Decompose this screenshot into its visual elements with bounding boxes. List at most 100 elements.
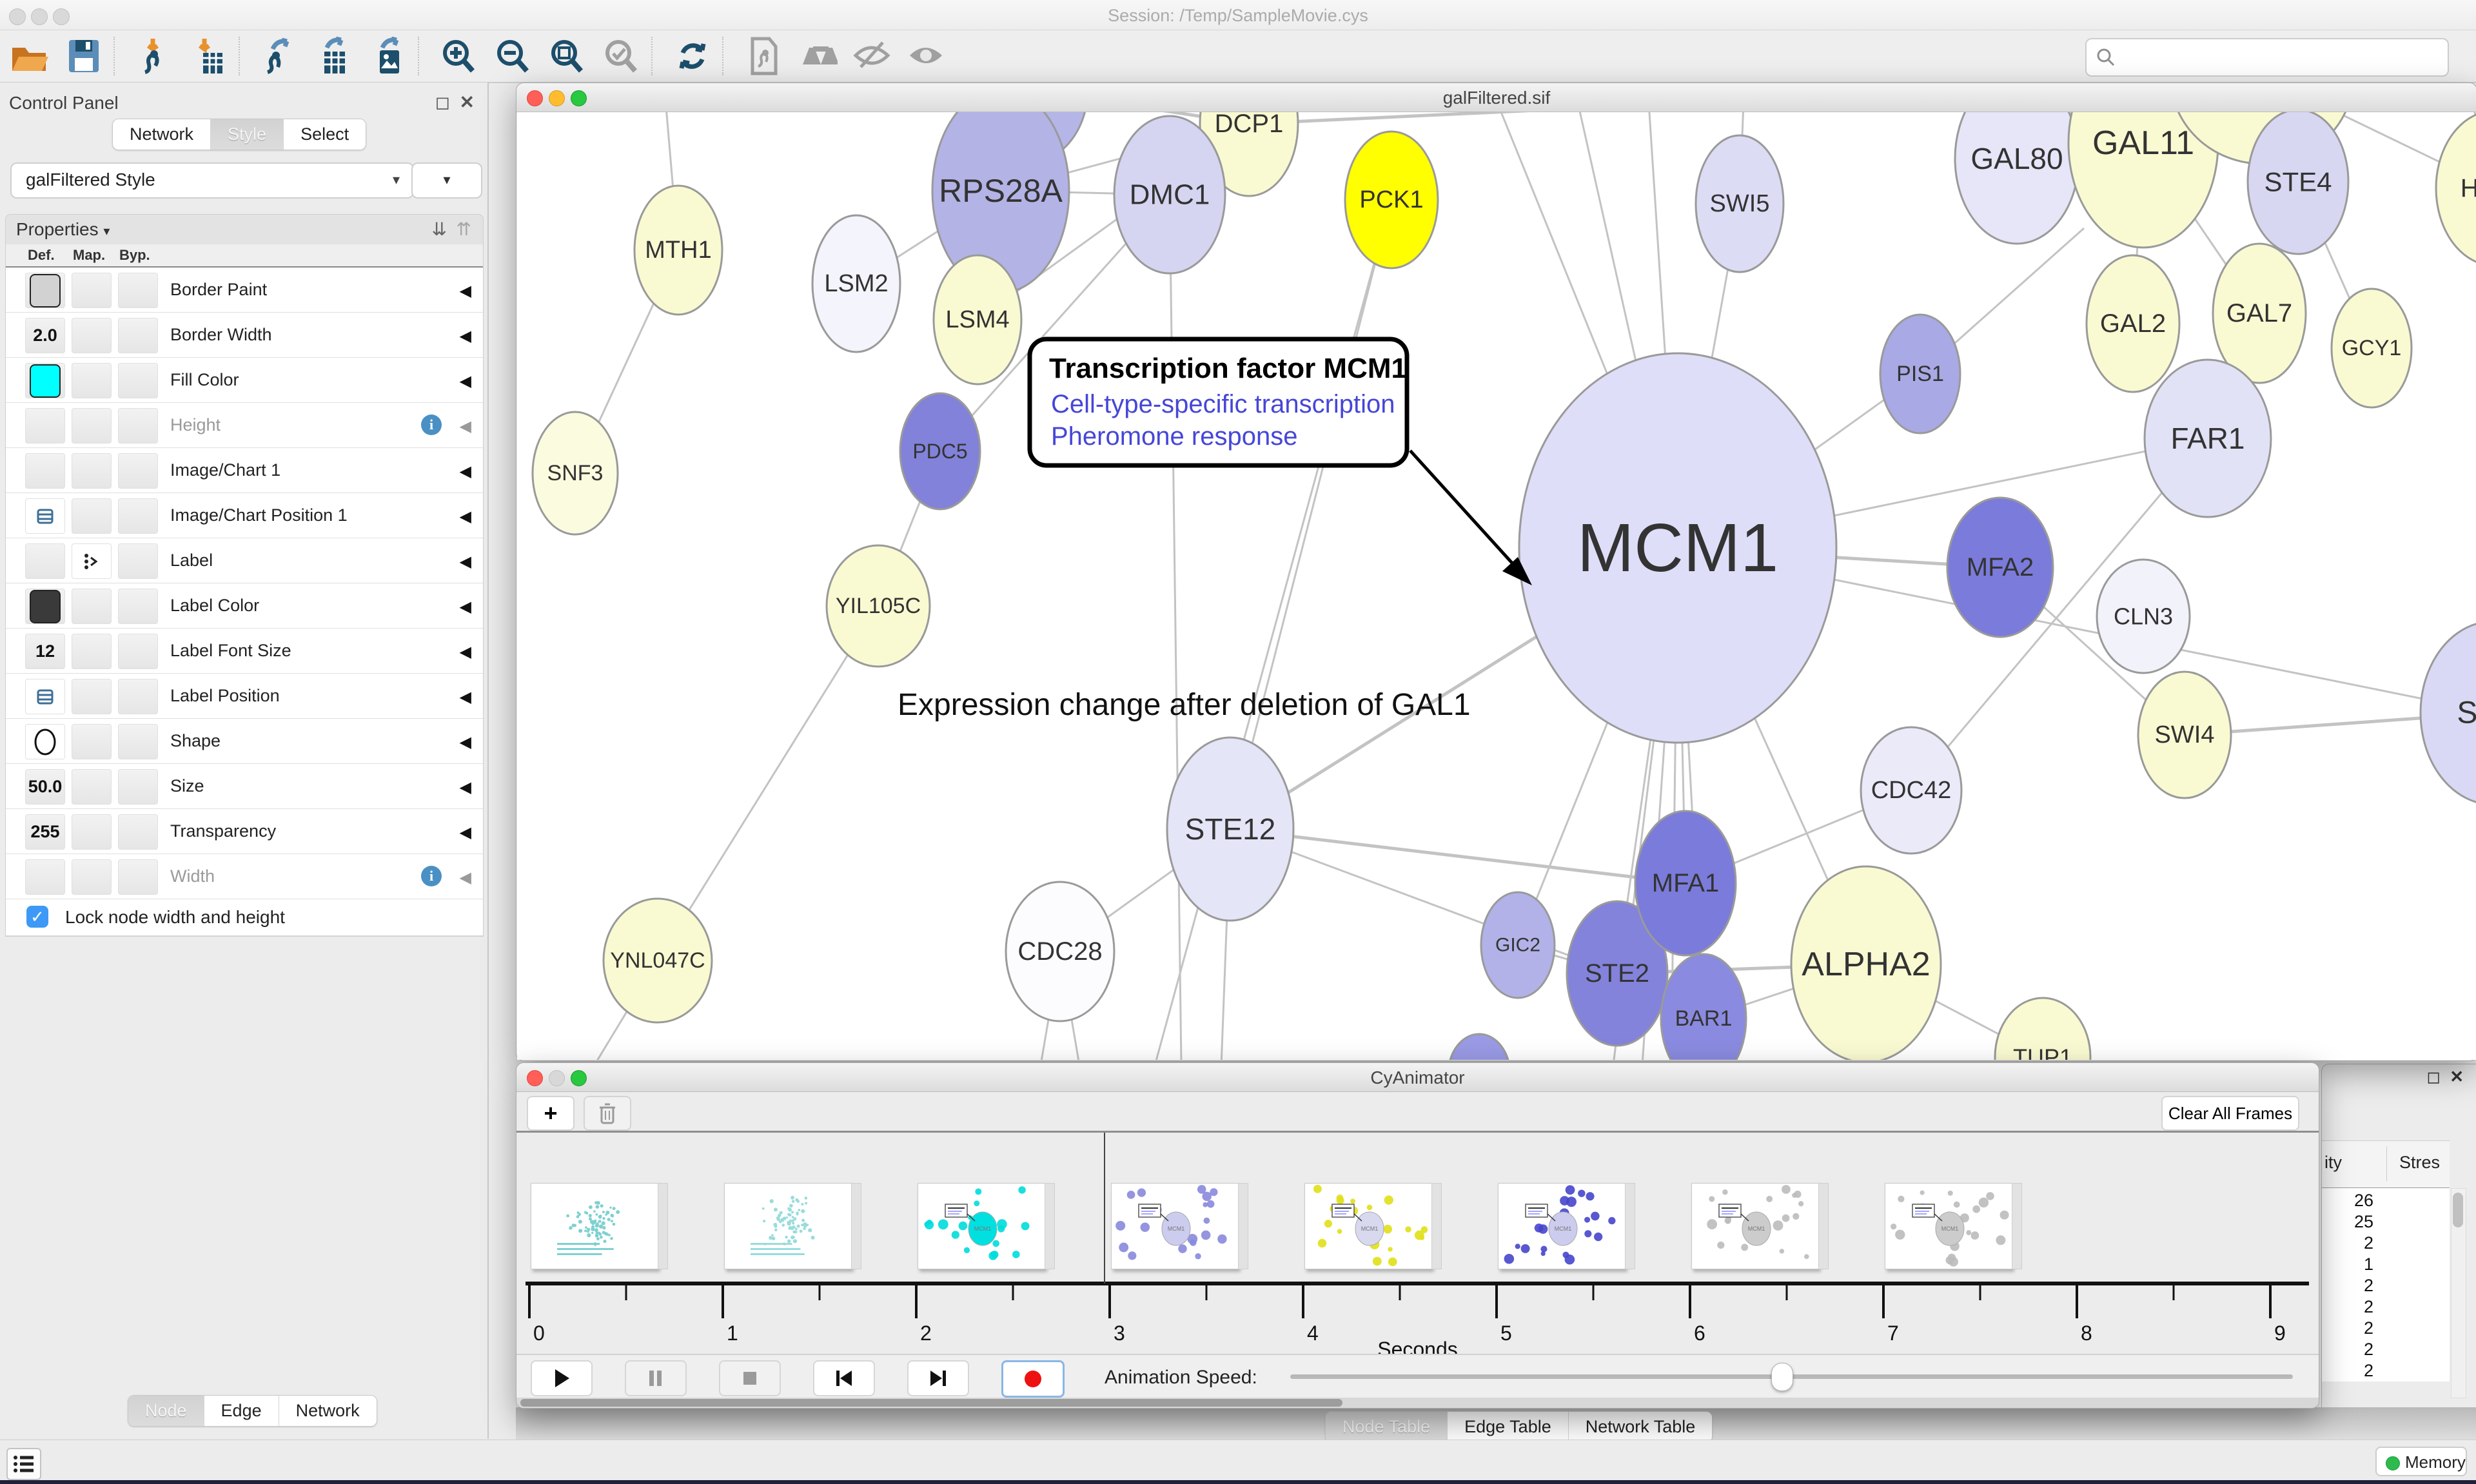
hscrollbar-thumb[interactable] <box>520 1399 1342 1407</box>
collapse-row-icon[interactable]: ◀ <box>460 598 471 616</box>
zoom-in-icon[interactable] <box>438 35 480 77</box>
table-col-stress[interactable]: Stres <box>2399 1153 2440 1173</box>
property-row-label-color[interactable]: Label Color◀ <box>6 583 483 629</box>
node-sst2[interactable] <box>1448 1034 1510 1060</box>
property-cell[interactable] <box>118 724 158 759</box>
tab-node[interactable]: Node <box>128 1396 204 1426</box>
refresh-layout-icon[interactable] <box>672 35 713 77</box>
zoom-selected-icon[interactable] <box>601 35 642 77</box>
float-panel-icon[interactable]: ◻ <box>435 92 450 113</box>
skip-start-button[interactable] <box>813 1360 875 1396</box>
table-scrollbar-thumb[interactable] <box>2453 1193 2463 1227</box>
property-cell[interactable] <box>118 273 158 308</box>
property-cell[interactable] <box>25 679 65 714</box>
property-cell[interactable] <box>72 318 112 353</box>
property-row-fill-color[interactable]: Fill Color◀ <box>6 358 483 403</box>
record-button[interactable] <box>1001 1360 1065 1398</box>
property-cell[interactable] <box>72 724 112 759</box>
tab-select[interactable]: Select <box>283 119 366 150</box>
property-cell[interactable] <box>118 589 158 624</box>
property-row-transparency[interactable]: 255Transparency◀ <box>6 809 483 854</box>
annotation-box[interactable]: Transcription factor MCM1Cell-type-speci… <box>1030 339 1532 585</box>
edge-pck1-ste12[interactable] <box>1230 200 1391 829</box>
search-input[interactable] <box>2123 42 2441 72</box>
float-table-icon[interactable]: ◻ <box>2426 1067 2441 1087</box>
frame-drag-handle[interactable] <box>851 1183 861 1269</box>
property-row-label-font-size[interactable]: 12Label Font Size◀ <box>6 629 483 674</box>
property-cell[interactable]: 255 <box>25 814 65 850</box>
property-cell[interactable] <box>72 679 112 714</box>
show-all-icon[interactable] <box>905 35 947 77</box>
property-cell[interactable] <box>25 498 65 534</box>
tab-edge[interactable]: Edge <box>204 1396 279 1426</box>
property-cell[interactable]: 50.0 <box>25 769 65 805</box>
frame-drag-handle[interactable] <box>1625 1183 1635 1269</box>
property-cell[interactable] <box>25 273 65 308</box>
collapse-row-icon[interactable]: ◀ <box>460 552 471 571</box>
close-table-icon[interactable]: ✕ <box>2450 1067 2464 1087</box>
property-cell[interactable] <box>25 589 65 624</box>
property-cell[interactable] <box>25 363 65 398</box>
collapse-row-icon[interactable]: ◀ <box>460 733 471 752</box>
frame-thumbnail-3[interactable]: MCM1 <box>1111 1183 1239 1269</box>
table-row[interactable]: 1 <box>2322 1255 2373 1274</box>
search-box[interactable] <box>2085 38 2449 77</box>
import-network-icon[interactable] <box>134 35 175 77</box>
table-row[interactable]: 2 <box>2322 1297 2373 1317</box>
frame-thumbnail-7[interactable]: MCM1 <box>1885 1183 2012 1269</box>
frame-drag-handle[interactable] <box>1818 1183 1829 1269</box>
tab-style[interactable]: Style <box>210 119 283 150</box>
table-scrollbar[interactable] <box>2451 1188 2466 1398</box>
property-row-image-chart-1[interactable]: Image/Chart 1◀ <box>6 448 483 493</box>
collapse-row-icon[interactable]: ◀ <box>460 507 471 526</box>
property-cell[interactable] <box>118 498 158 534</box>
playhead[interactable] <box>1104 1133 1105 1284</box>
close-panel-icon[interactable]: ✕ <box>460 92 475 113</box>
network-file-icon[interactable] <box>743 35 784 77</box>
frame-drag-handle[interactable] <box>658 1183 668 1269</box>
edge-stub[interactable] <box>1155 200 1391 1060</box>
delete-frame-button[interactable] <box>584 1096 631 1131</box>
property-row-border-width[interactable]: 2.0Border Width◀ <box>6 313 483 358</box>
cyanimator-titlebar[interactable]: CyAnimator <box>516 1063 2319 1092</box>
stop-button[interactable] <box>719 1360 781 1396</box>
property-cell[interactable] <box>25 724 65 759</box>
style-selector[interactable]: galFiltered Style ▾ <box>10 162 414 199</box>
info-icon[interactable]: i <box>421 415 442 435</box>
annotation-link[interactable]: Pheromone response <box>1051 422 1297 451</box>
property-cell[interactable] <box>72 543 112 579</box>
property-cell[interactable] <box>72 859 112 895</box>
collapse-row-icon[interactable]: ◀ <box>460 778 471 797</box>
node-gal80[interactable] <box>1955 112 2079 244</box>
table-row[interactable]: 2 <box>2322 1233 2373 1253</box>
frame-thumbnail-5[interactable]: MCM1 <box>1498 1183 1626 1269</box>
property-cell[interactable] <box>72 634 112 669</box>
property-row-border-paint[interactable]: Border Paint◀ <box>6 268 483 313</box>
collapse-row-icon[interactable]: ◀ <box>460 688 471 707</box>
tab-network[interactable]: Network <box>113 119 210 150</box>
edge-stub[interactable] <box>1170 195 1181 1060</box>
collapse-row-icon[interactable]: ◀ <box>460 282 471 300</box>
network-window-titlebar[interactable]: galFiltered.sif <box>516 83 2476 112</box>
property-cell[interactable] <box>118 408 158 444</box>
property-row-label[interactable]: Label◀ <box>6 538 483 583</box>
export-image-icon[interactable] <box>368 35 409 77</box>
property-cell[interactable] <box>72 769 112 805</box>
tab-network-table[interactable]: Network Table <box>1568 1412 1713 1442</box>
zoom-out-icon[interactable] <box>493 35 534 77</box>
property-cell[interactable] <box>118 679 158 714</box>
property-row-height[interactable]: Heighti◀ <box>6 403 483 448</box>
frame-drag-handle[interactable] <box>2012 1183 2022 1269</box>
collapse-row-icon[interactable]: ◀ <box>460 372 471 391</box>
collapse-row-icon[interactable]: ◀ <box>460 417 471 436</box>
property-cell[interactable] <box>72 408 112 444</box>
table-row[interactable]: 2 <box>2322 1318 2373 1338</box>
property-cell[interactable] <box>72 589 112 624</box>
property-row-size[interactable]: 50.0Size◀ <box>6 764 483 809</box>
hide-selected-icon[interactable] <box>851 35 892 77</box>
play-button[interactable] <box>531 1360 593 1396</box>
property-cell[interactable] <box>72 814 112 850</box>
table-row[interactable]: 2 <box>2322 1276 2373 1296</box>
collapse-row-icon[interactable]: ◀ <box>460 868 471 887</box>
checkbox-checked-icon[interactable]: ✓ <box>26 906 48 928</box>
